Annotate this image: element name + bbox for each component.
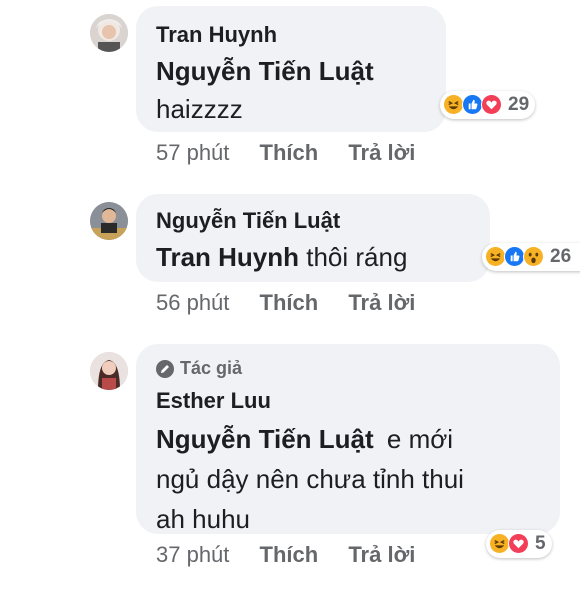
reaction-count: 5 — [535, 533, 546, 554]
reply-button[interactable]: Trả lời — [348, 140, 415, 166]
comment-body-line1: e mới — [386, 424, 454, 454]
comment-body-line3: ah huhu — [156, 504, 250, 534]
comment-actions: 57 phút Thích Trả lời — [156, 140, 415, 166]
comment-author[interactable]: Esther Luu — [156, 388, 271, 414]
pencil-icon — [156, 359, 174, 378]
mention-link[interactable]: Tran Huynh — [156, 242, 299, 272]
timestamp[interactable]: 57 phút — [156, 140, 229, 166]
comment-bubble: Tác giả Esther Luu Nguyễn Tiến Luật e mớ… — [136, 344, 560, 534]
comment-body: thôi ráng — [306, 242, 408, 272]
comment-text: Nguyễn Tiến Luật e mới ngủ dậy nên chưa … — [156, 422, 546, 536]
avatar[interactable] — [90, 14, 128, 52]
reaction-count: 26 — [550, 246, 572, 267]
mention-link[interactable]: Nguyễn Tiến Luật — [156, 54, 374, 88]
comment-author[interactable]: Tran Huynh — [156, 22, 277, 48]
avatar-image — [90, 202, 128, 240]
love-icon — [481, 94, 503, 116]
comment-text: haizzzz — [156, 94, 243, 124]
comment-esther-luu: Tác giả Esther Luu Nguyễn Tiến Luật e mớ… — [0, 340, 580, 589]
like-button[interactable]: Thích — [260, 542, 319, 568]
avatar[interactable] — [90, 352, 128, 390]
comment-bubble: Nguyễn Tiến Luật Tran Huynh thôi ráng — [136, 194, 490, 282]
author-badge: Tác giả — [156, 358, 242, 379]
comment-author[interactable]: Nguyễn Tiến Luật — [156, 208, 340, 234]
avatar[interactable] — [90, 202, 128, 240]
comment-actions: 56 phút Thích Trả lời — [156, 290, 415, 316]
reply-button[interactable]: Trả lời — [348, 542, 415, 568]
reaction-summary[interactable]: 26 — [482, 243, 580, 271]
reaction-summary[interactable]: 5 — [486, 530, 552, 558]
timestamp[interactable]: 56 phút — [156, 290, 229, 316]
love-icon — [508, 533, 530, 555]
reply-button[interactable]: Trả lời — [348, 290, 415, 316]
reaction-count: 29 — [508, 94, 530, 115]
avatar-image — [90, 352, 128, 390]
author-badge-label: Tác giả — [180, 358, 243, 378]
comment-body-line2: ngủ dậy nên chưa tỉnh thui — [156, 464, 464, 494]
avatar-image — [90, 14, 128, 52]
comment-tran-huynh: Tran Huynh Nguyễn Tiến Luật haizzzz 29 5… — [0, 0, 580, 170]
timestamp[interactable]: 37 phút — [156, 542, 229, 568]
comment-actions: 37 phút Thích Trả lời — [156, 542, 415, 568]
mention-link[interactable]: Nguyễn Tiến Luật — [156, 424, 374, 454]
like-button[interactable]: Thích — [260, 290, 319, 316]
comment-text: Tran Huynh thôi ráng — [156, 240, 407, 274]
reaction-summary[interactable]: 29 — [440, 91, 536, 119]
comment-bubble: Tran Huynh Nguyễn Tiến Luật haizzzz — [136, 6, 446, 132]
comment-nguyen-tien-luat: Nguyễn Tiến Luật Tran Huynh thôi ráng 26… — [0, 190, 580, 330]
wow-icon — [523, 246, 545, 268]
like-button[interactable]: Thích — [260, 140, 319, 166]
